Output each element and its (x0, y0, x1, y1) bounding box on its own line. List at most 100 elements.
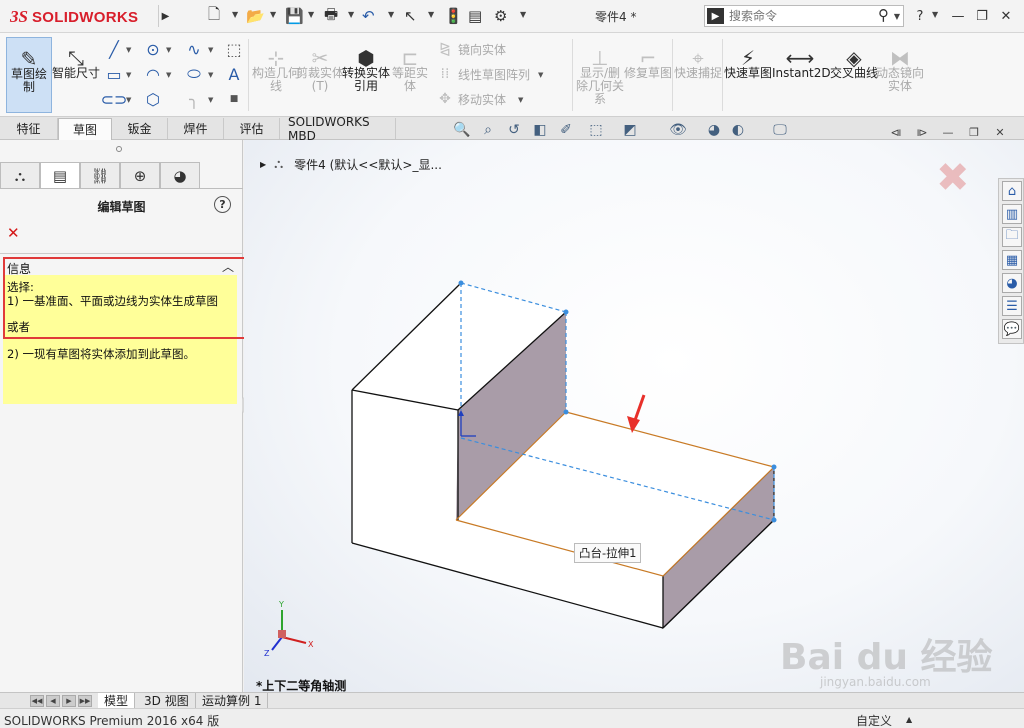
section-view-icon[interactable]: ◧ (530, 120, 550, 140)
linear-pattern-button[interactable]: ⁞⁞ 线性草图阵列 (436, 64, 530, 84)
trim-entities-button[interactable]: ✂ 剪裁实体(T) (296, 37, 344, 113)
dynamic-annotation-icon[interactable]: ✐ (556, 120, 576, 140)
new-document-icon[interactable]: 🗋 (208, 5, 220, 26)
circle-caret-icon[interactable]: ▼ (166, 46, 171, 54)
save-icon[interactable]: 💾 (285, 6, 304, 26)
previous-view-icon[interactable]: ↺ (504, 120, 524, 140)
move-caret-icon[interactable]: ▼ (518, 96, 523, 104)
tab-evaluate[interactable]: 评估 (224, 118, 280, 139)
solidworks-logo[interactable]: 3S SOLIDWORKS (10, 6, 138, 28)
move-entities-button[interactable]: ✥ 移动实体 (436, 89, 506, 109)
view-palette-icon[interactable]: ▦ (1002, 250, 1022, 270)
convert-entities-button[interactable]: ⬢ 转换实体引用 (342, 37, 390, 113)
search-input[interactable] (729, 8, 869, 24)
point-tool-icon[interactable]: ■ (224, 89, 244, 109)
chevron-up-icon[interactable]: ︿ (222, 258, 234, 275)
tile-right-icon[interactable]: ⧐ (914, 124, 930, 140)
offset-entities-button[interactable]: ⊏ 等距实体 (388, 37, 432, 113)
dynamic-mirror-button[interactable]: ⧓ 动态镜向实体 (876, 37, 924, 113)
display-relations-button[interactable]: ⊥ 显示/删除几何关系 (576, 37, 624, 113)
command-search-box[interactable]: ▶ ⚲ ▼ (704, 5, 904, 27)
minimize-button[interactable]: — (948, 6, 968, 26)
file-properties-icon[interactable]: ▤ (468, 6, 482, 26)
zoom-to-area-icon[interactable]: ⌕ (478, 120, 498, 140)
close-button[interactable]: ✕ (996, 6, 1016, 26)
sketch-point[interactable] (458, 280, 464, 286)
tab-3d-views[interactable]: 3D 视图 (138, 693, 196, 708)
ellipse-caret-icon[interactable]: ▼ (208, 71, 213, 79)
last-tab-icon[interactable]: ▶▶ (78, 695, 92, 707)
smart-dimension-button[interactable]: ⤡ 智能尺寸 (52, 37, 100, 113)
tab-sketch[interactable]: 草图 (58, 118, 112, 140)
apply-scene-icon[interactable]: ◐ (728, 120, 748, 140)
tile-left-icon[interactable]: ⧏ (888, 124, 904, 140)
slot-caret-icon[interactable]: ▼ (126, 96, 131, 104)
print-icon[interactable]: 🖶 (324, 5, 338, 26)
rapid-sketch-button[interactable]: ⚡ 快速草图 (724, 37, 772, 113)
save-caret-icon[interactable]: ▼ (308, 10, 314, 19)
instant2d-button[interactable]: ⟷ Instant2D (772, 37, 831, 113)
circle-tool-icon[interactable]: ⊙ (143, 39, 163, 59)
options-gear-icon[interactable]: ⚙ (494, 6, 507, 26)
repair-sketch-button[interactable]: ⌐ 修复草图 (624, 37, 672, 113)
file-explorer-icon[interactable]: 🗀 (1002, 227, 1022, 247)
open-folder-icon[interactable]: 📂 (246, 6, 265, 26)
mirror-entities-button[interactable]: ⧎ 镜向实体 (436, 39, 506, 59)
polygon-tool-icon[interactable]: ⬡ (143, 89, 163, 109)
tab-model[interactable]: 模型 (98, 693, 136, 708)
select-caret-icon[interactable]: ▼ (428, 10, 434, 19)
fillet-caret-icon[interactable]: ▼ (208, 96, 213, 104)
next-tab-icon[interactable]: ▶ (62, 695, 76, 707)
hide-show-items-icon[interactable]: 👁 (668, 120, 688, 140)
info-section-header[interactable]: 信息 ︿ (0, 253, 243, 276)
appearances-icon[interactable]: ◕ (1002, 273, 1022, 293)
tab-weldments[interactable]: 焊件 (168, 118, 224, 139)
new-caret-icon[interactable]: ▼ (232, 10, 238, 19)
panel-grip-icon[interactable] (116, 146, 122, 152)
feature-manager-tab-icon[interactable]: ⛬ (0, 162, 40, 188)
cancel-x-icon[interactable]: ✕ (7, 224, 20, 242)
dimxpert-manager-tab-icon[interactable]: ⊕ (120, 162, 160, 188)
fillet-tool-icon[interactable]: ╮ (184, 89, 204, 109)
sketch-point[interactable] (563, 409, 569, 415)
display-style-icon[interactable]: ◩ (620, 120, 640, 140)
help-button[interactable]: ? (910, 6, 930, 26)
edit-appearance-icon[interactable]: ◕ (704, 120, 724, 140)
doc-minimize-icon[interactable]: — (940, 124, 956, 140)
doc-restore-icon[interactable]: ❐ (966, 124, 982, 140)
prev-tab-icon[interactable]: ◀ (46, 695, 60, 707)
help-icon[interactable]: ? (214, 196, 231, 213)
property-manager-tab-icon[interactable]: ▤ (40, 162, 80, 188)
line-caret-icon[interactable]: ▼ (126, 46, 131, 54)
part-model-svg[interactable]: Y X Z (244, 140, 1024, 692)
search-caret-icon[interactable]: ▼ (894, 12, 900, 21)
spline-caret-icon[interactable]: ▼ (208, 46, 213, 54)
design-library-icon[interactable]: ▥ (1002, 204, 1022, 224)
view-orientation-icon[interactable]: ⬚ (586, 120, 606, 140)
arc-tool-icon[interactable]: ◠ (143, 64, 163, 84)
graphics-area[interactable]: ▶ ⛬ 零件4 (默认<<默认>_显... ✖ Y X Z 凸台-拉伸1 *上下… (244, 140, 1024, 692)
zoom-to-fit-icon[interactable]: 🔍 (452, 120, 472, 140)
options-caret-icon[interactable]: ▼ (520, 10, 526, 19)
tab-features[interactable]: 特征 (0, 118, 58, 139)
tab-sheet-metal[interactable]: 钣金 (112, 118, 168, 139)
help-caret-icon[interactable]: ▼ (932, 10, 938, 19)
custom-properties-icon[interactable]: ☰ (1002, 296, 1022, 316)
ellipse-tool-icon[interactable]: ⬭ (184, 64, 204, 84)
sketch-point[interactable] (771, 464, 777, 470)
select-cursor-icon[interactable]: ↖ (404, 6, 417, 26)
undo-icon[interactable]: ↶ (362, 6, 375, 26)
display-manager-tab-icon[interactable]: ◕ (160, 162, 200, 188)
sketch-point[interactable] (563, 309, 569, 315)
print-caret-icon[interactable]: ▼ (348, 10, 354, 19)
sketch-button[interactable]: ✎ 草图绘制 (6, 37, 52, 113)
menu-expand-icon[interactable]: ▶ (158, 5, 172, 27)
configuration-manager-tab-icon[interactable]: ⛓ (80, 162, 120, 188)
unit-system[interactable]: 自定义 (856, 712, 892, 728)
tab-mbd[interactable]: SOLIDWORKS MBD (280, 115, 396, 143)
rectangle-tool-icon[interactable]: ▭ (104, 64, 124, 84)
first-tab-icon[interactable]: ◀◀ (30, 695, 44, 707)
rectangle-caret-icon[interactable]: ▼ (126, 71, 131, 79)
plane-tool-icon[interactable]: ⬚ (224, 39, 244, 59)
doc-close-icon[interactable]: ✕ (992, 124, 1008, 140)
